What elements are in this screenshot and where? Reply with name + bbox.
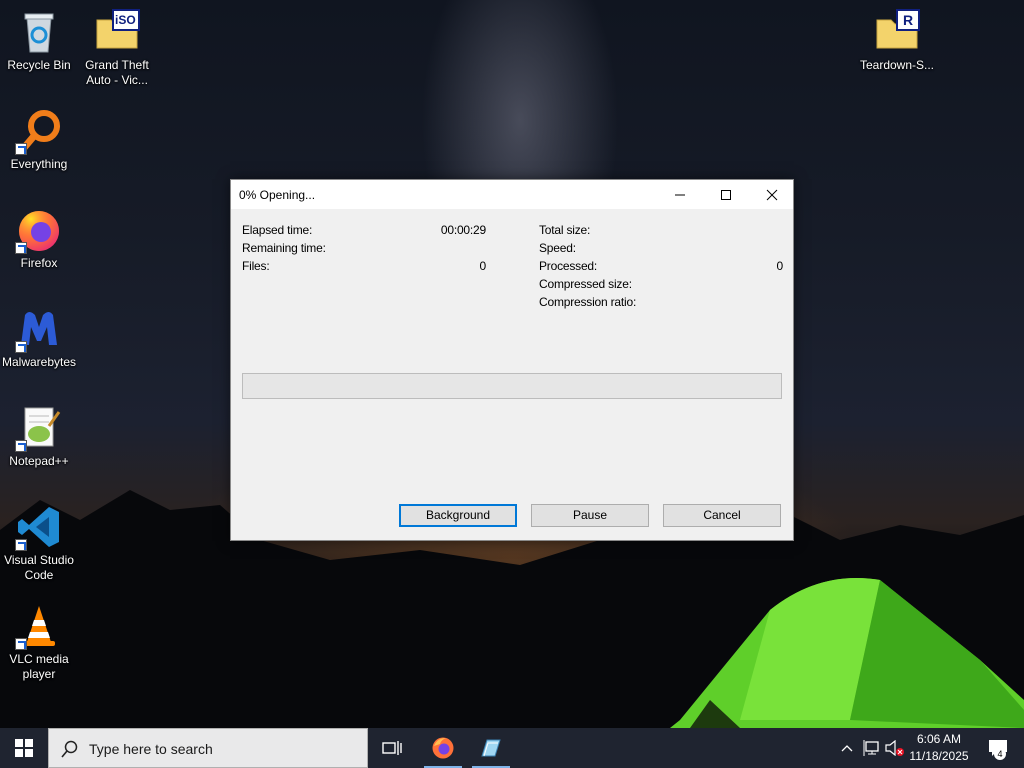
remaining-time-label: Remaining time: [242,241,326,255]
task-view-button[interactable] [369,728,415,768]
network-icon [863,740,879,756]
total-size-label: Total size: [539,223,591,237]
close-button[interactable] [749,180,795,209]
tent-illustration [670,578,1024,728]
desktop-icon-label: Firefox [20,256,58,270]
extraction-progress-dialog: 0% Opening... Elapsed time: 00:00:29 Rem… [230,179,794,541]
volume-muted-icon [885,740,904,756]
start-button[interactable] [0,728,48,768]
speed-label: Speed: [539,241,576,255]
shortcut-arrow-icon [15,143,27,155]
shortcut-arrow-icon [15,638,27,650]
taskbar-clock[interactable]: 6:06 AM 11/18/2025 [903,731,975,765]
maximize-button[interactable] [703,180,749,209]
search-placeholder: Type here to search [89,741,213,757]
malwarebytes-icon [15,305,63,353]
desktop-icon-label: Visual Studio Code [4,553,74,582]
chevron-up-icon [841,745,853,752]
desktop-icon-label: Malwarebytes [1,355,77,369]
clock-time: 6:06 AM [916,732,962,746]
archiver-app-icon [481,739,501,757]
minimize-button[interactable] [657,180,703,209]
windows-logo-icon [15,739,33,757]
desktop-icon-gta[interactable]: iSO Grand Theft Auto - Vic... [78,8,156,88]
taskbar-firefox[interactable] [420,728,466,768]
show-hidden-icons-button[interactable] [838,728,856,768]
dialog-titlebar[interactable]: 0% Opening... [231,180,793,209]
close-icon [766,189,778,200]
elapsed-time-value: 00:00:29 [440,223,486,237]
files-value: 0 [479,259,487,273]
desktop-icon-label: Everything [10,157,68,171]
shortcut-arrow-icon [15,539,27,551]
desktop-icon-vlc[interactable]: VLC media player [0,602,78,682]
task-view-icon [382,741,402,755]
desktop-icon-everything[interactable]: Everything [0,107,78,172]
shortcut-arrow-icon [15,341,27,353]
maximize-icon [721,189,731,200]
clock-date: 11/18/2025 [909,749,969,763]
firefox-icon [15,206,63,254]
processed-value: 0 [776,259,784,273]
desktop-icon-teardown[interactable]: R Teardown-S... [858,8,936,73]
desktop-icon-label: Notepad++ [9,454,69,468]
desktop-icon-malwarebytes[interactable]: Malwarebytes [0,305,78,370]
recycle-bin-icon [15,8,63,56]
minimize-icon [675,194,685,195]
network-status-button[interactable] [861,728,883,768]
desktop-icon-recycle-bin[interactable]: Recycle Bin [0,8,78,73]
iso-folder-icon: iSO [93,8,141,56]
desktop-icon-label: Recycle Bin [7,58,71,72]
shortcut-arrow-icon [15,242,27,254]
desktop-icon-firefox[interactable]: Firefox [0,206,78,271]
rar-badge-text: R [903,12,914,28]
vscode-icon [15,503,63,551]
files-label: Files: [242,259,270,273]
rar-folder-icon: R [873,8,921,56]
taskbar-search-box[interactable]: Type here to search [48,728,368,768]
desktop-icon-notepadpp[interactable]: Notepad++ [0,404,78,469]
desktop-icon-vscode[interactable]: Visual Studio Code [0,503,78,583]
notepadpp-icon [15,404,63,452]
vlc-cone-icon [15,602,63,650]
compressed-size-label: Compressed size: [539,277,632,291]
iso-badge-text: iSO [115,13,136,27]
background-button[interactable]: Background [399,504,517,527]
taskbar: Type here to search 6:06 AM 11/18/2025 [0,728,1024,768]
dialog-title: 0% Opening... [239,188,316,202]
compression-ratio-label: Compression ratio: [539,295,637,309]
cancel-button[interactable]: Cancel [663,504,781,527]
firefox-icon [432,737,454,759]
progress-bar [242,373,782,399]
pause-button[interactable]: Pause [531,504,649,527]
desktop-icon-label: Teardown-S... [859,58,935,72]
elapsed-time-label: Elapsed time: [242,223,313,237]
search-icon [61,740,78,758]
taskbar-archiver[interactable] [468,728,514,768]
processed-label: Processed: [539,259,598,273]
shortcut-arrow-icon [15,440,27,452]
desktop-icon-label: VLC media player [9,652,69,681]
everything-magnifier-icon [15,107,63,155]
desktop-icon-label: Grand Theft Auto - Vic... [85,58,149,87]
notification-count-badge: 4 [994,748,1006,760]
